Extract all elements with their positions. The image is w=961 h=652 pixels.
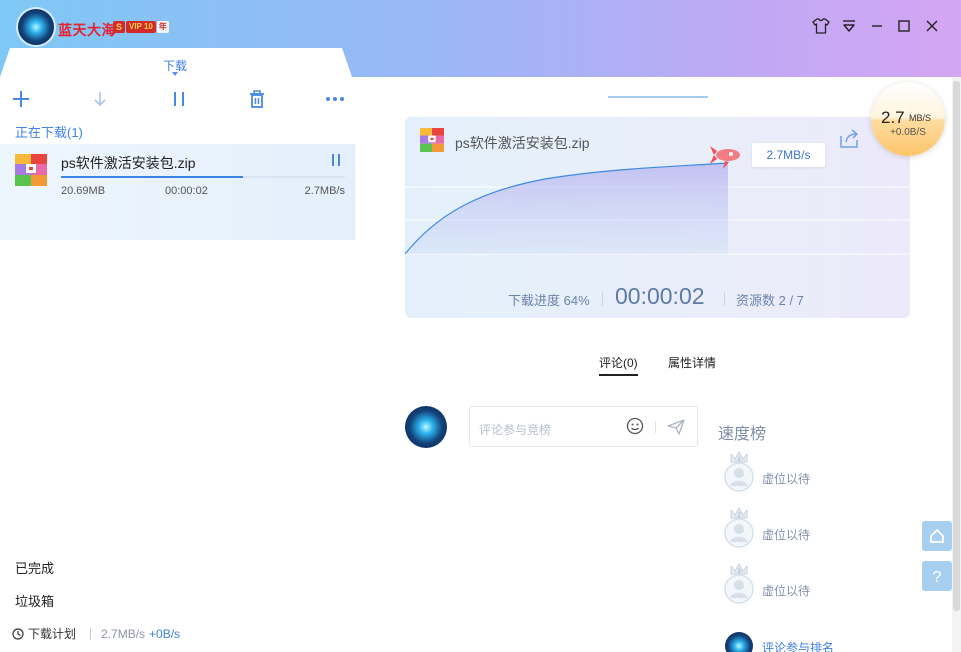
tab-comments-underline [599, 374, 638, 376]
tab-caret-icon [172, 72, 178, 76]
elapsed-time: 00:00:02 [615, 283, 705, 309]
download-progress-bar [61, 176, 345, 178]
download-progress-fill [61, 176, 243, 178]
title-bar: 蓝天大海 S VIP 10 年 [0, 0, 961, 77]
add-icon[interactable] [10, 88, 32, 110]
vip-level: VIP 10 [126, 21, 156, 33]
ranking-slot: 1 虚位以待 [722, 450, 862, 496]
ranking-join[interactable]: 评论参与排名 [722, 632, 882, 652]
stat-divider [724, 292, 725, 306]
footer-down-speed: 2.7MB/s [101, 626, 146, 641]
download-speed: 2.7MB/s [304, 185, 345, 197]
clock-icon [12, 627, 24, 640]
download-progress-label: 下载进度 64% [508, 293, 590, 308]
bubble-upload-speed: +0.0B/S [890, 127, 926, 138]
comment-placeholder: 评论参与竞榜 [479, 423, 552, 437]
download-schedule-link[interactable]: 下载计划 [28, 625, 76, 642]
chart-stats: 下载进度 64% 00:00:02 资源数 2 / 7 [405, 282, 910, 312]
emoji-icon[interactable] [626, 417, 644, 435]
username[interactable]: 蓝天大海 [58, 20, 116, 40]
nav-trash[interactable]: 垃圾箱 [15, 591, 54, 610]
send-icon[interactable] [666, 417, 686, 437]
download-time: 00:00:02 [165, 185, 208, 197]
send-divider [655, 421, 656, 433]
skin-icon[interactable] [811, 16, 831, 36]
speed-bubble[interactable]: 2.7 MB/S +0.0B/S [871, 82, 945, 156]
menu-icon[interactable] [839, 16, 859, 36]
tab-details[interactable]: 属性详情 [668, 354, 716, 371]
zip-file-icon [15, 154, 47, 186]
tab-comments[interactable]: 评论(0) [599, 354, 638, 371]
stat-divider [602, 292, 603, 306]
ranking-slot: 3 虚位以待 [722, 562, 862, 608]
scrollbar[interactable] [952, 77, 961, 652]
speed-chart-card: ps软件激活安装包.zip 2.7MB/s 下载进度 64% 00:00:02 [405, 117, 910, 318]
join-avatar [725, 632, 753, 652]
source-count: 资源数 2 / 7 [736, 293, 804, 308]
ranking-title: 速度榜 [718, 426, 767, 443]
svg-text:?: ? [933, 569, 942, 585]
rank-2-badge-icon: 2 [724, 506, 754, 548]
share-icon[interactable] [838, 128, 860, 150]
bubble-speed-value: 2.7 [881, 108, 905, 127]
ranking-slot: 2 虚位以待 [722, 506, 862, 552]
download-file-name: ps软件激活安装包.zip [61, 155, 196, 171]
pause-all-icon[interactable] [168, 88, 190, 110]
pause-icon[interactable] [329, 152, 343, 168]
ranking-join-link[interactable]: 评论参与排名 [762, 639, 834, 652]
footer-divider [90, 627, 92, 640]
commenter-avatar [405, 406, 447, 448]
minimize-icon[interactable] [867, 16, 887, 36]
nav-completed[interactable]: 已完成 [15, 558, 54, 577]
comment-input[interactable]: 评论参与竞榜 [469, 406, 698, 447]
more-icon[interactable] [324, 88, 346, 110]
ranking-slot-text: 虚位以待 [762, 584, 811, 598]
download-icon[interactable] [89, 88, 111, 110]
ranking-slot-text: 虚位以待 [762, 472, 811, 486]
current-speed-tag: 2.7MB/s [752, 143, 825, 167]
ranking-slot-text: 虚位以待 [762, 528, 811, 542]
delete-icon[interactable] [246, 88, 268, 110]
home-icon[interactable] [922, 521, 952, 551]
help-icon[interactable]: ? [922, 561, 952, 591]
rank-3-badge-icon: 3 [724, 562, 754, 604]
vip-s-mark: S [113, 21, 125, 33]
download-size: 20.69MB [61, 185, 106, 197]
status-bar: 下载计划 2.7MB/s +0B/s [12, 625, 180, 642]
user-avatar[interactable] [16, 7, 56, 47]
maximize-icon[interactable] [894, 16, 914, 36]
download-item[interactable]: ps软件激活安装包.zip 20.69MB 00:00:02 2.7MB/s [0, 144, 355, 240]
panel-top-indicator [608, 96, 708, 98]
scrollbar-thumb[interactable] [953, 81, 960, 611]
section-downloading[interactable]: 正在下载(1) [15, 122, 83, 141]
rank-1-badge-icon: 1 [724, 450, 754, 492]
footer-up-speed: +0B/s [149, 626, 181, 641]
vip-badge[interactable]: S VIP 10 年 [113, 21, 169, 33]
vip-year: 年 [156, 21, 169, 33]
close-icon[interactable] [922, 16, 942, 36]
bubble-speed-unit: MB/S [909, 113, 932, 123]
